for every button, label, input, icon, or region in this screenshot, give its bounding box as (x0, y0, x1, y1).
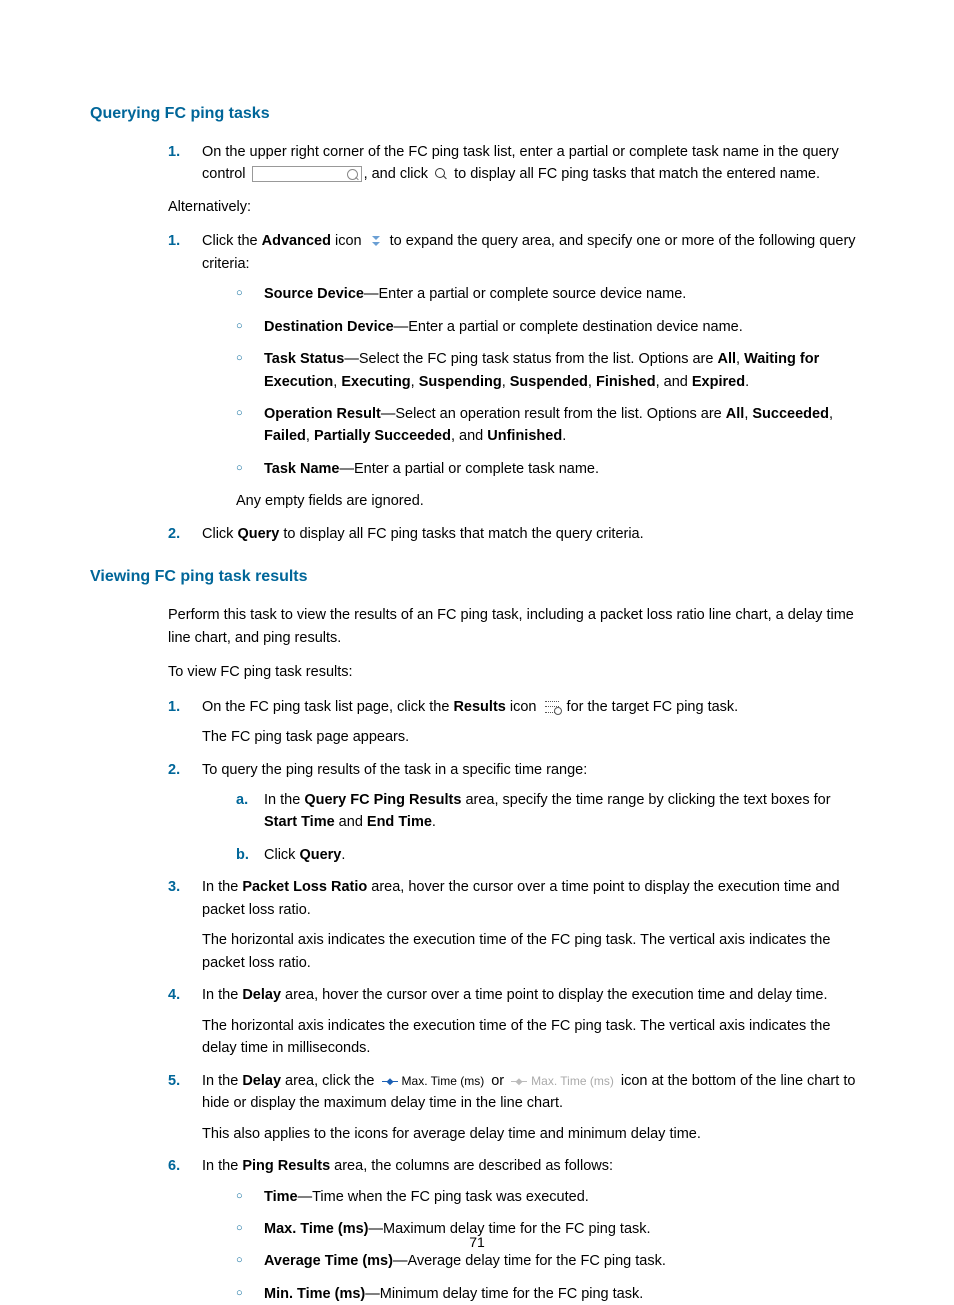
viewing-step-1: 1. On the FC ping task list page, click … (168, 696, 864, 749)
alt-step-1: 1. Click the Advanced icon to expand the… (168, 230, 864, 513)
substep-b: b.Click Query. (236, 844, 864, 866)
advanced-label: Advanced (262, 233, 331, 249)
bullet-icon: ○ (236, 460, 243, 477)
label: Operation Result (264, 406, 381, 422)
criteria-task-status: ○ Task Status—Select the FC ping task sta… (236, 348, 864, 393)
viewing-intro: Perform this task to view the results of… (90, 604, 864, 649)
criteria-operation-result: ○ Operation Result—Select an operation re… (236, 403, 864, 448)
empty-fields-note: Any empty fields are ignored. (202, 490, 864, 512)
query-control-input[interactable] (252, 166, 362, 182)
label: Destination Device (264, 319, 394, 335)
list-marker: 2. (168, 523, 180, 545)
query-label: Query (237, 526, 279, 542)
criteria-list: ○Source Device—Enter a partial or comple… (202, 283, 864, 480)
viewing-step-4: 4. In the Delay area, hover the cursor o… (168, 984, 864, 1059)
label: Source Device (264, 286, 364, 302)
text: —Enter a partial or complete task name. (340, 461, 600, 477)
list-marker: 6. (168, 1155, 180, 1177)
text: —Select an operation result from the lis… (381, 406, 726, 422)
text: On the FC ping task list page, click the (202, 699, 453, 715)
column-time: ○Time—Time when the FC ping task was exe… (236, 1186, 864, 1208)
text: —Enter a partial or complete destination… (394, 319, 743, 335)
results-label: Results (453, 699, 505, 715)
followup-text: The horizontal axis indicates the execut… (202, 929, 864, 974)
text: To query the ping results of the task in… (202, 762, 587, 778)
criteria-task-name: ○ Task Name—Enter a partial or complete t… (236, 458, 864, 480)
substep-a: a.In the Query FC Ping Results area, spe… (236, 789, 864, 834)
bullet-icon: ○ (236, 318, 243, 335)
list-marker: 1. (168, 696, 180, 718)
section-heading-viewing: Viewing FC ping task results (90, 565, 864, 590)
text: for the target FC ping task. (563, 699, 739, 715)
bullet-icon: ○ (236, 1188, 243, 1205)
viewing-intro2: To view FC ping task results: (90, 661, 864, 683)
column-min-time: ○Min. Time (ms)—Minimum delay time for t… (236, 1283, 864, 1305)
text: Click (202, 526, 237, 542)
alpha-marker: b. (236, 844, 249, 866)
list-marker: 5. (168, 1070, 180, 1092)
text: Click the (202, 233, 262, 249)
followup-text: The FC ping task page appears. (202, 726, 864, 748)
legend-line-icon (382, 1081, 398, 1082)
list-marker: 3. (168, 876, 180, 898)
text: —Select the FC ping task status from the… (344, 351, 717, 367)
label: Task Status (264, 351, 344, 367)
text: to display all FC ping tasks that match … (450, 166, 820, 182)
alpha-marker: a. (236, 789, 248, 811)
substeps: a.In the Query FC Ping Results area, spe… (202, 789, 864, 866)
expand-icon[interactable] (370, 235, 382, 247)
text: , and click (364, 166, 433, 182)
max-time-legend-inactive[interactable]: Max. Time (ms) (511, 1072, 614, 1091)
alternatively-text: Alternatively: (90, 196, 864, 218)
viewing-step-2: 2. To query the ping results of the task… (168, 759, 864, 867)
bullet-icon: ○ (236, 285, 243, 302)
list-marker: 4. (168, 984, 180, 1006)
querying-alt-list: 1. Click the Advanced icon to expand the… (90, 230, 864, 545)
search-icon[interactable] (435, 168, 447, 180)
criteria-source-device: ○ Source Device—Enter a partial or comple… (236, 283, 864, 305)
max-time-legend-active[interactable]: Max. Time (ms) (382, 1072, 485, 1091)
viewing-step-3: 3. In the Packet Loss Ratio area, hover … (168, 876, 864, 974)
querying-step-1: 1. On the upper right corner of the FC p… (168, 141, 864, 186)
section-heading-querying: Querying FC ping tasks (90, 102, 864, 127)
bullet-icon: ○ (236, 405, 243, 422)
querying-first-list: 1. On the upper right corner of the FC p… (90, 141, 864, 186)
followup-text: The horizontal axis indicates the execut… (202, 1015, 864, 1060)
results-icon[interactable] (545, 701, 559, 713)
list-marker: 2. (168, 759, 180, 781)
list-marker: 1. (168, 141, 180, 163)
viewing-step-5: 5. In the Delay area, click the Max. Tim… (168, 1070, 864, 1145)
alt-step-2: 2. Click Query to display all FC ping ta… (168, 523, 864, 545)
legend-line-icon (511, 1081, 527, 1082)
bullet-icon: ○ (236, 1285, 243, 1302)
followup-text: This also applies to the icons for avera… (202, 1123, 864, 1145)
list-marker: 1. (168, 230, 180, 252)
viewing-step-6: 6. In the Ping Results area, the columns… (168, 1155, 864, 1305)
text: to display all FC ping tasks that match … (279, 526, 643, 542)
text: icon (506, 699, 541, 715)
criteria-destination-device: ○ Destination Device—Enter a partial or c… (236, 316, 864, 338)
viewing-list: 1. On the FC ping task list page, click … (90, 696, 864, 1305)
bullet-icon: ○ (236, 1252, 243, 1269)
text: —Enter a partial or complete source devi… (364, 286, 686, 302)
text: icon (331, 233, 366, 249)
bullet-icon: ○ (236, 350, 243, 367)
label: Task Name (264, 461, 340, 477)
page-number: 71 (0, 1232, 954, 1254)
